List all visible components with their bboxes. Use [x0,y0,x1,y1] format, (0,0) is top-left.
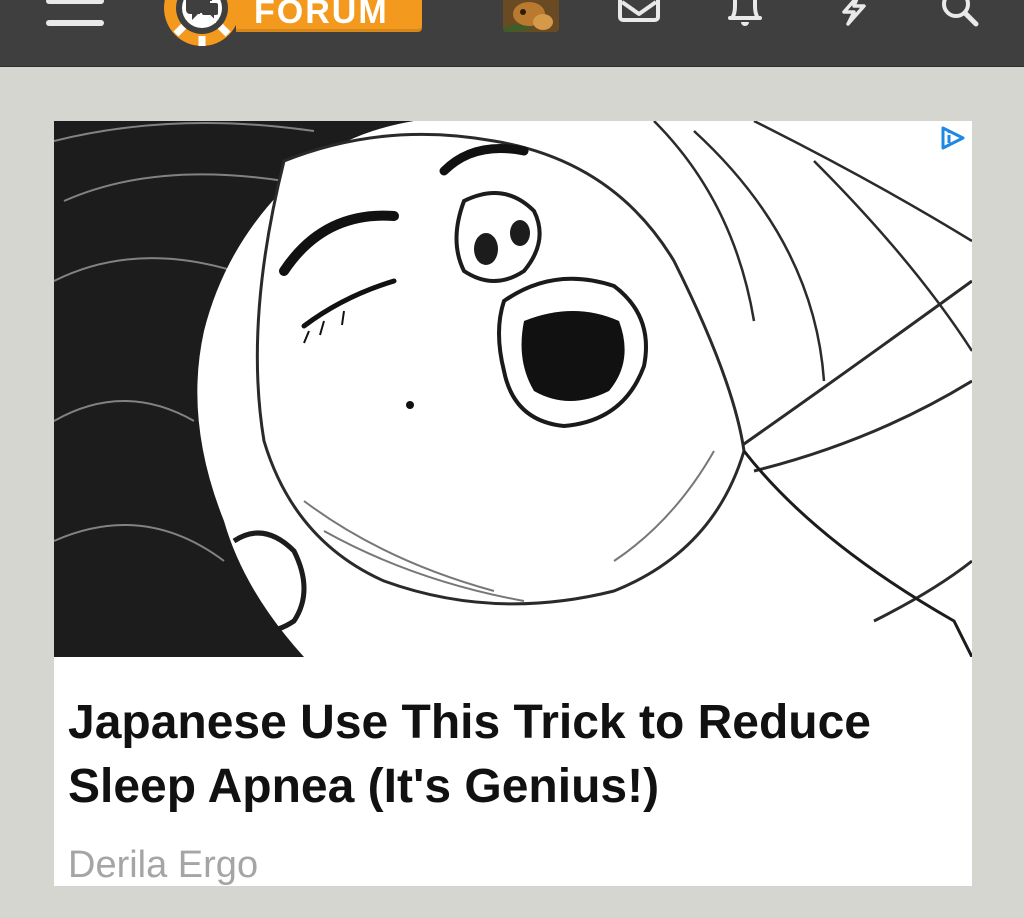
mail-icon[interactable] [616,0,662,30]
ad-headline[interactable]: Japanese Use This Trick to Reduce Sleep … [68,691,958,819]
ad-sponsor-name: Derila Ergo [68,844,259,886]
top-navigation-bar: FORUM [0,0,1024,67]
sponsored-ad-card[interactable]: Japanese Use This Trick to Reduce Sleep … [54,121,972,886]
avatar[interactable] [503,0,559,32]
forum-logo[interactable]: FORUM [154,0,424,46]
search-icon[interactable] [936,0,982,30]
adchoices-icon[interactable] [938,123,968,153]
sleeping-woman-sketch [54,121,972,657]
menu-icon[interactable] [46,0,104,34]
logo-wheel-icon [164,0,240,46]
alerts-bolt-icon[interactable] [830,0,876,30]
avatar-image [503,0,559,32]
ad-illustration[interactable] [54,121,972,657]
bell-icon[interactable] [722,0,768,30]
logo-text: FORUM [254,0,389,31]
